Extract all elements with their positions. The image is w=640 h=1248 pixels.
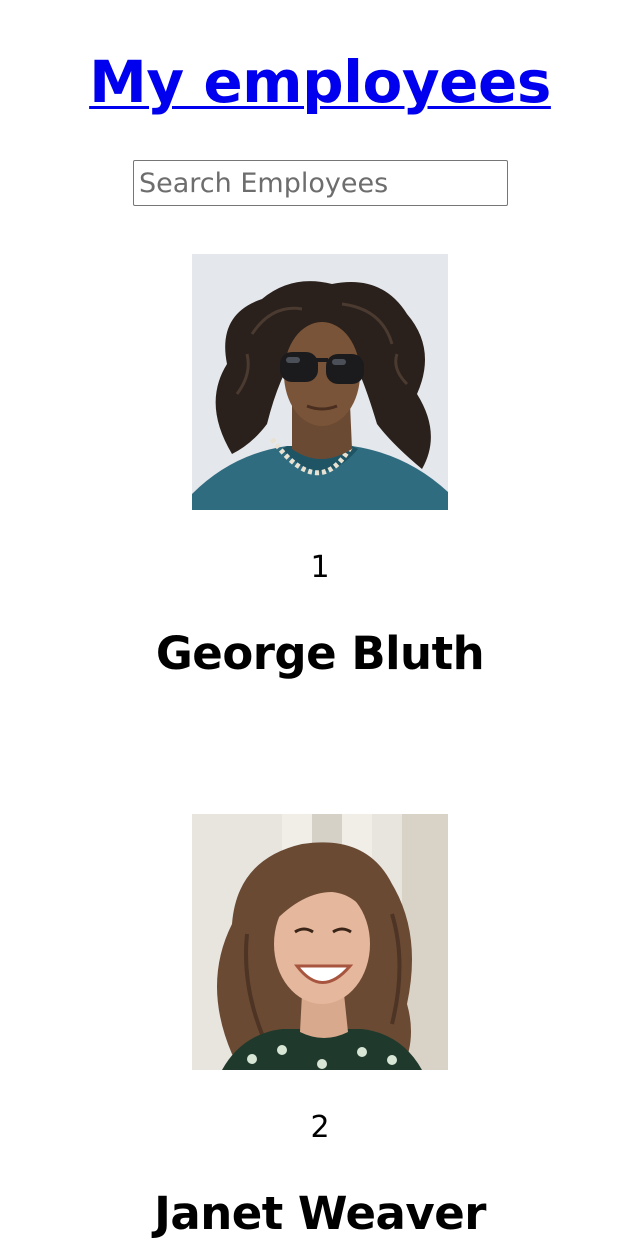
search-input[interactable] [133,160,508,206]
employee-photo [192,254,448,510]
employee-id: 2 [310,1110,330,1145]
employee-id: 1 [310,550,330,585]
portrait-woman-smiling-icon [192,814,448,1070]
employee-photo [192,814,448,1070]
employee-name: George Bluth [155,627,485,680]
portrait-man-sunglasses-icon [192,254,448,510]
employee-name: Janet Weaver [154,1187,486,1240]
page-title-link[interactable]: My employees [89,48,551,116]
page-title: My employees [0,48,640,116]
